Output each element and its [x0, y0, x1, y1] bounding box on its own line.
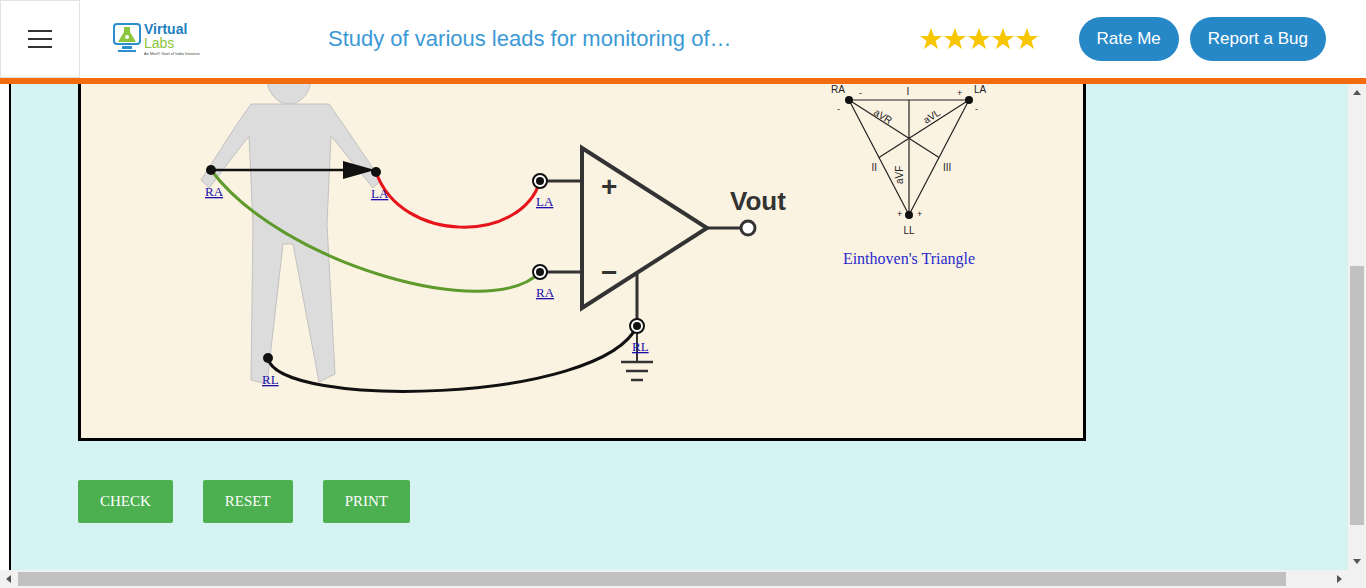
- polarity-sign: -: [837, 104, 840, 114]
- header: VirtualLabs An MeitY Govt of India Initia…: [0, 0, 1366, 78]
- scrollbar-thumb[interactable]: [1350, 266, 1364, 525]
- lead-label: III: [943, 162, 951, 173]
- polarity-sign: +: [897, 209, 902, 219]
- electrode-dot[interactable]: [263, 353, 273, 363]
- electrode-dot[interactable]: [371, 167, 381, 177]
- menu-line-icon: [28, 46, 52, 48]
- triangle-caption: Einthoven's Triangle: [843, 250, 975, 268]
- lead-label: I: [907, 86, 910, 97]
- arrow-head-icon: [343, 161, 375, 179]
- star-icon[interactable]: [1015, 27, 1039, 51]
- page: VirtualLabs An MeitY Govt of India Initia…: [0, 0, 1366, 588]
- scrollbar-thumb[interactable]: [18, 572, 1286, 586]
- rating[interactable]: [919, 27, 1039, 51]
- vertex-label: RA: [831, 84, 845, 95]
- star-icon[interactable]: [991, 27, 1015, 51]
- logo-tagline: An MeitY Govt of India Initiative: [144, 52, 200, 56]
- input-label[interactable]: RA: [536, 285, 555, 300]
- vertical-scrollbar[interactable]: [1348, 84, 1366, 570]
- vertex-dot: [965, 96, 973, 104]
- electrode-label[interactable]: LA: [371, 186, 389, 201]
- amplifier: + − Vout: [547, 148, 786, 380]
- ground-icon: [621, 361, 653, 364]
- flask-icon: [112, 22, 142, 56]
- simulation-panel: +−VoutRALARLLARARLRALALLIIIIIIaVRaVLaVF-…: [78, 84, 1086, 441]
- action-button[interactable]: PRINT: [323, 480, 410, 523]
- input-terminal[interactable]: [533, 265, 547, 279]
- output-label: Vout: [730, 186, 786, 216]
- vertex-dot: [905, 211, 913, 219]
- scroll-up-icon[interactable]: [1353, 90, 1361, 95]
- vertex-label: LL: [903, 225, 915, 236]
- action-button[interactable]: CHECK: [78, 480, 173, 523]
- polarity-sign: +: [917, 209, 922, 219]
- header-button[interactable]: Report a Bug: [1190, 17, 1326, 61]
- electrode-dot[interactable]: [206, 165, 216, 175]
- lead-wire[interactable]: [268, 326, 637, 391]
- input-label[interactable]: RL: [632, 339, 649, 354]
- menu-line-icon: [28, 30, 52, 32]
- output-terminal-icon: [741, 221, 755, 235]
- star-icon[interactable]: [967, 27, 991, 51]
- input-terminal[interactable]: [630, 319, 644, 333]
- electrode-label[interactable]: RA: [205, 184, 224, 199]
- lead-arrow: [211, 169, 347, 172]
- vertex-label: LA: [974, 84, 987, 95]
- polarity-sign: -: [859, 88, 862, 98]
- lead-label: aVF: [894, 166, 905, 184]
- polarity-sign: -: [975, 104, 978, 114]
- scroll-down-icon[interactable]: [1353, 559, 1361, 564]
- star-icon[interactable]: [919, 27, 943, 51]
- lead-label: aVR: [872, 106, 894, 126]
- logo[interactable]: VirtualLabs An MeitY Govt of India Initia…: [112, 22, 208, 56]
- human-figure: [201, 84, 381, 384]
- lead-wire[interactable]: [376, 172, 540, 227]
- einthoven-triangle: [849, 100, 969, 215]
- star-icon[interactable]: [943, 27, 967, 51]
- vertex-dot: [845, 96, 853, 104]
- input-label[interactable]: LA: [536, 194, 554, 209]
- lead-label: aVL: [921, 107, 942, 126]
- polarity-sign: +: [957, 88, 962, 98]
- lead-wire[interactable]: [211, 170, 540, 291]
- input-terminal[interactable]: [533, 174, 547, 188]
- action-bar: CHECK RESET PRINT: [78, 480, 1348, 523]
- page-title: Study of various leads for monitoring of…: [328, 26, 732, 52]
- menu-line-icon: [28, 38, 52, 40]
- scroll-left-icon[interactable]: [6, 575, 11, 583]
- logo-line1: Virtual: [144, 22, 200, 36]
- horizontal-scrollbar[interactable]: [0, 570, 1366, 588]
- plus-sign: +: [601, 171, 617, 202]
- action-button[interactable]: RESET: [203, 480, 293, 523]
- header-button[interactable]: Rate Me: [1079, 17, 1179, 61]
- lead-diagram: +−VoutRALARLLARARLRALALLIIIIIIaVRaVLaVF-…: [81, 84, 1083, 438]
- scroll-right-icon[interactable]: [1337, 575, 1342, 583]
- electrode-label[interactable]: RL: [262, 372, 279, 387]
- content: +−VoutRALARLLARARLRALALLIIIIIIaVRaVLaVF-…: [9, 84, 1348, 570]
- minus-sign: −: [601, 257, 617, 288]
- lead-label: II: [871, 162, 877, 173]
- logo-line2: Labs: [144, 36, 200, 50]
- menu-button[interactable]: [0, 0, 80, 78]
